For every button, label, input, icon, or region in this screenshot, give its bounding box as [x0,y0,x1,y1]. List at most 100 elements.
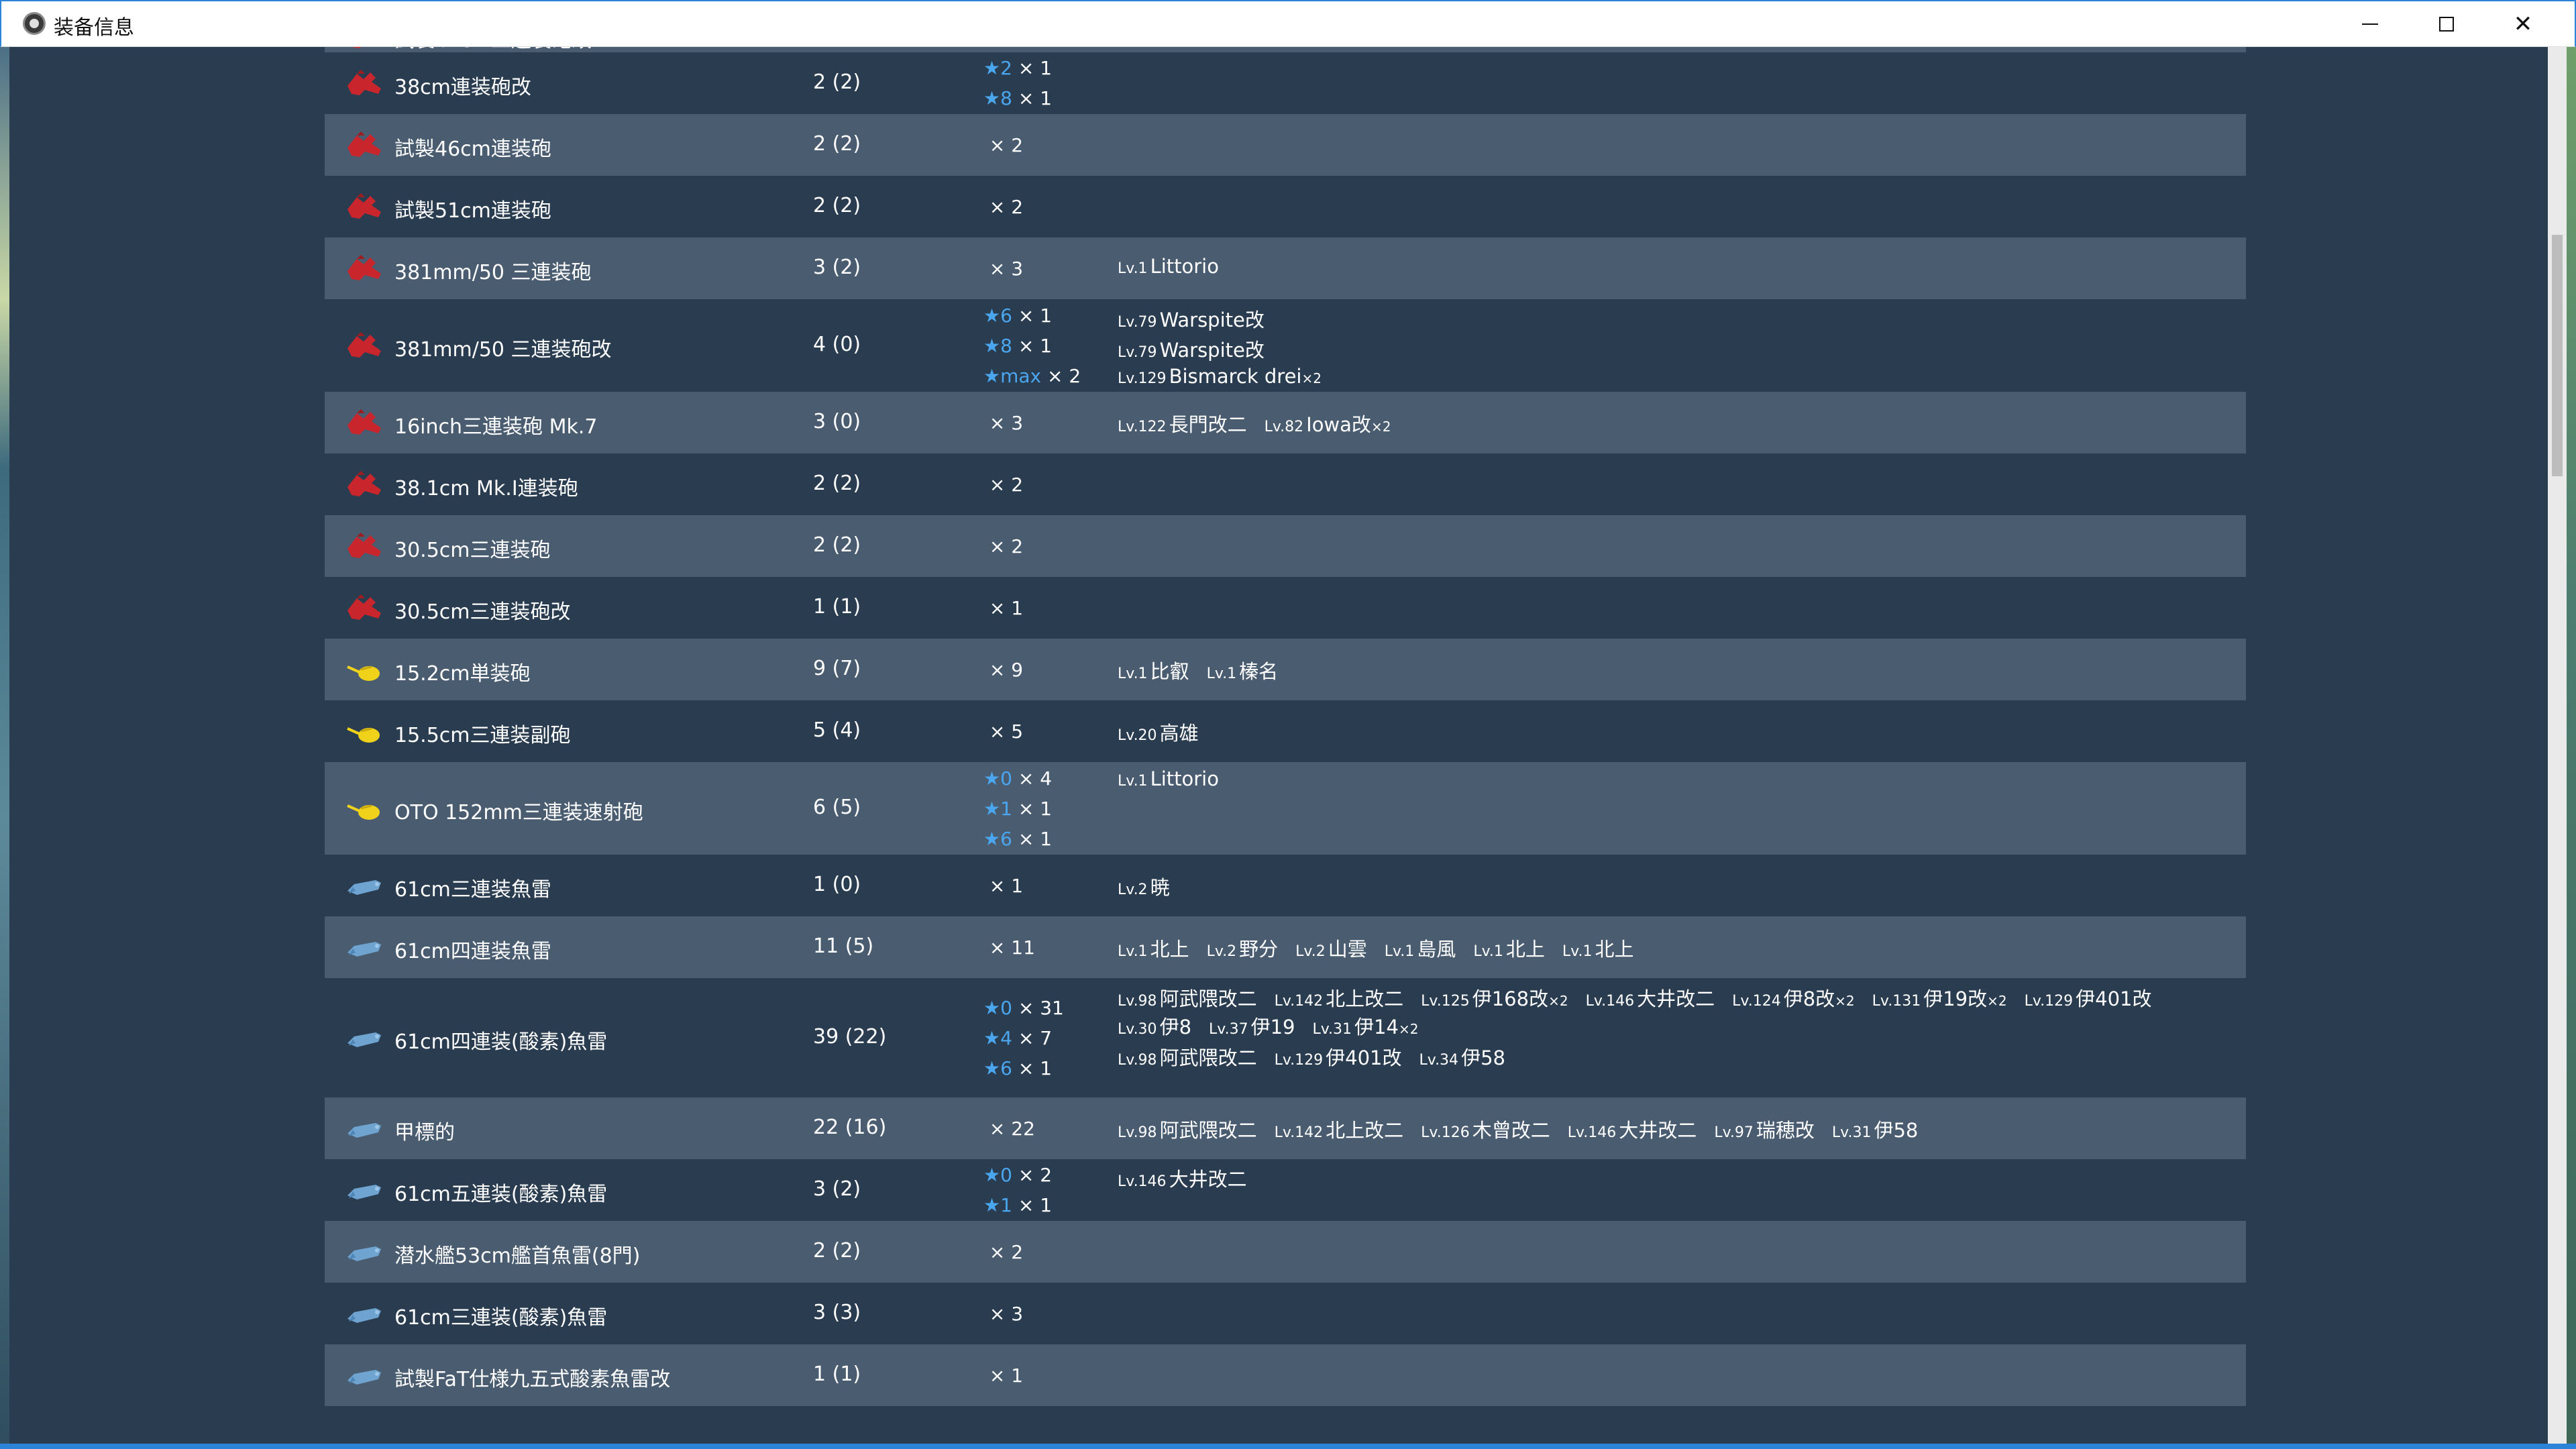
equipment-row[interactable]: 30.5cm三連装砲改 1 (1) × 1 [325,577,2246,639]
ship-level: Lv.34 [1419,1052,1459,1069]
improvement-level: 6 [1000,1057,1012,1079]
ship-name: 木曾改二 [1472,1119,1550,1142]
ship-holder: Lv.129 Bismarck drei×2 [1118,365,1322,388]
ship-level: Lv.1 [1473,943,1503,960]
equipment-row[interactable]: 試製46cm連装砲 2 (2) × 2 [325,114,2246,176]
ship-holder: Lv.146 大井改二 [1586,983,1715,1012]
improvement-entry: × 2 [983,1241,1023,1263]
equipment-count: 3 (2) [813,256,861,279]
window-bottom-border [0,1444,2576,1449]
equipment-row[interactable]: 61cm四連装(酸素)魚雷 39 (22) ★0 × 31 ★4 × 7 ★6 × 1L… [325,978,2246,1097]
improvement-multiplier: × 9 [989,658,1024,681]
equipment-count: 1 (0) [813,873,861,896]
equipment-row[interactable]: 30.5cm三連装砲 2 (2) × 2 [325,515,2246,577]
equipment-count: 5 (4) [813,718,861,742]
ship-level: Lv.98 [1118,993,1157,1010]
equipment-row[interactable]: 38cm連装砲改 2 (2) ★2 × 1 ★8 × 1 [325,52,2246,114]
ship-level: Lv.142 [1274,1124,1324,1141]
equipment-name: 試製46cm連装砲 [394,138,551,161]
ship-equip-multiplier: ×2 [1398,1021,1419,1037]
ship-level: Lv.129 [1118,370,1167,387]
ship-name: 伊401改 [2076,987,2152,1010]
equipment-row[interactable]: 試製51cm連装砲 2 (2) × 2 [325,176,2246,237]
equipment-count: 2 (2) [813,1239,861,1263]
holder-line: Lv.30 伊8 Lv.37 伊19 Lv.31 伊14×2 [1118,1012,1436,1040]
ship-holder: Lv.1 北上 [1562,934,1634,962]
improvement-multiplier: × 2 [989,133,1024,156]
improvement-entry: ★0 × 31 [983,997,1064,1019]
equipment-row[interactable]: 15.5cm三連装副砲 5 (4) × 5 Lv.20 高雄 [325,700,2246,762]
close-button[interactable]: ✕ [2485,1,2561,47]
equipment-content-area: 試製41cm三連装砲改Lv.131長門改二Lv.87Conte di Cavou… [9,47,2548,1444]
star-icon: ★ [983,1194,1001,1216]
improvement-multiplier: × 1 [1018,797,1053,820]
equipment-row[interactable]: 61cm三連装魚雷 1 (0) × 1 Lv.2 暁 [325,855,2246,916]
equipment-name: 381mm/50 三連装砲 [394,261,592,284]
ship-level: Lv.131 [1118,47,1167,49]
holder-line: Lv.98 阿武隈改二 Lv.129 伊401改 Lv.34 伊58 [1118,1042,1523,1071]
minimize-button[interactable] [2332,1,2408,47]
equipment-name: 試製FaT仕様九五式酸素魚雷改 [394,1368,671,1391]
improvement-entry: × 3 [983,1303,1023,1325]
equipment-row[interactable]: 38.1cm Mk.I連装砲 2 (2) × 2 [325,453,2246,515]
holder-line: Lv.1 Littorio [1118,767,1236,790]
equipment-row[interactable]: 試製41cm三連装砲改Lv.131長門改二Lv.87Conte di Cavou… [325,47,2246,52]
ship-level: Lv.1 [1384,943,1415,960]
red-main-gun-icon [345,192,381,219]
ship-name: 伊401改 [1326,1046,1402,1069]
ship-level: Lv.146 [1118,1173,1167,1190]
equipment-row[interactable]: 16inch三連装砲 Mk.7 3 (0) × 3 Lv.122 長門改二 Lv.82 I… [325,392,2246,453]
ship-name: 長門改二 [1169,413,1247,436]
ship-holder: Lv.1 比叡 [1118,656,1189,684]
ship-name: 伊58 [1461,1046,1505,1069]
vertical-scrollbar[interactable] [2548,47,2567,1444]
holder-line: Lv.1 Littorio [1118,255,1236,278]
holder-line: Lv.129 Bismarck drei×2 [1118,365,1339,388]
equipment-count: 4 (0) [813,333,861,356]
equipment-count: 2 (2) [813,194,861,217]
equipment-row[interactable]: 甲標的 22 (16) × 22 Lv.98 阿武隈改二 Lv.142 北上改二 Lv.12… [325,1097,2246,1159]
ship-equip-multiplier: ×2 [1371,419,1391,435]
ship-name: 野分 [1239,938,1279,961]
ship-name: 比叡 [1150,660,1189,683]
equipment-row[interactable]: 61cm五連装(酸素)魚雷 3 (2) ★0 × 2 ★1 × 1 Lv.146 大井改二 [325,1159,2246,1221]
ship-holder: Lv.124 伊8改×2 [1732,983,1855,1012]
improvement-entry: × 2 [983,196,1023,218]
ship-holder: Lv.98 阿武隈改二 [1118,1042,1257,1071]
improvement-level: 0 [1000,996,1012,1019]
equipment-row[interactable]: OTO 152mm三連装速射砲 6 (5) ★0 × 4 ★1 × 1 ★6 × 1 Lv… [325,762,2246,855]
equipment-row[interactable]: 61cm四連装魚雷 11 (5) × 11 Lv.1 北上 Lv.2 野分 Lv.2 山雲 Lv… [325,916,2246,978]
equipment-row[interactable]: 15.2cm単装砲 9 (7) × 9 Lv.1 比叡 Lv.1 榛名 [325,639,2246,700]
ship-name: 長門改二 [1169,47,1247,50]
equipment-row[interactable]: 381mm/50 三連装砲 3 (2) × 3 Lv.1 Littorio [325,237,2246,299]
ship-name: 伊19改 [1923,987,1988,1010]
improvement-multiplier: × 1 [1018,334,1053,357]
blue-torpedo-icon [345,1237,381,1264]
blue-torpedo-icon [345,932,381,959]
ship-holder: Lv.30 伊8 [1118,1012,1191,1040]
equipment-count: 11 (5) [813,934,874,958]
equipment-count: 3 (0) [813,410,861,433]
ship-holder: Lv.79 Warspite改 [1118,305,1265,333]
equipment-row[interactable]: 61cm三連装(酸素)魚雷 3 (3) × 3 [325,1283,2246,1344]
star-icon: ★ [983,996,1001,1019]
scrollbar-thumb[interactable] [2552,235,2563,476]
improvement-level: 0 [1000,767,1012,790]
equipment-name: 61cm三連装魚雷 [394,878,551,902]
equipment-row[interactable]: 381mm/50 三連装砲改 4 (0) ★6 × 1 ★8 × 1 ★max × 2L… [325,299,2246,392]
improvement-multiplier: × 2 [989,473,1024,496]
equipment-row[interactable]: 試製FaT仕様九五式酸素魚雷改 1 (1) × 1 [325,1344,2246,1406]
ship-holder: Lv.142 北上改二 [1275,983,1404,1012]
equipment-row[interactable]: 潜水艦53cm艦首魚雷(8門) 2 (2) × 2 [325,1221,2246,1283]
ship-level: Lv.1 [1562,943,1593,960]
star-icon: ★ [983,797,1001,820]
ship-holder: Lv.126 木曾改二 [1421,1115,1550,1143]
ship-name: Littorio [1150,255,1219,278]
ship-level: Lv.2 [1295,943,1326,960]
maximize-button[interactable] [2408,1,2485,47]
ship-equip-multiplier: ×2 [1987,993,2007,1009]
holder-line: Lv.122 長門改二 Lv.82 Iowa改×2 [1118,409,1408,437]
star-icon: ★ [983,334,1001,357]
improvement-entry: × 3 [983,412,1023,434]
improvement-multiplier: × 2 [989,195,1024,218]
